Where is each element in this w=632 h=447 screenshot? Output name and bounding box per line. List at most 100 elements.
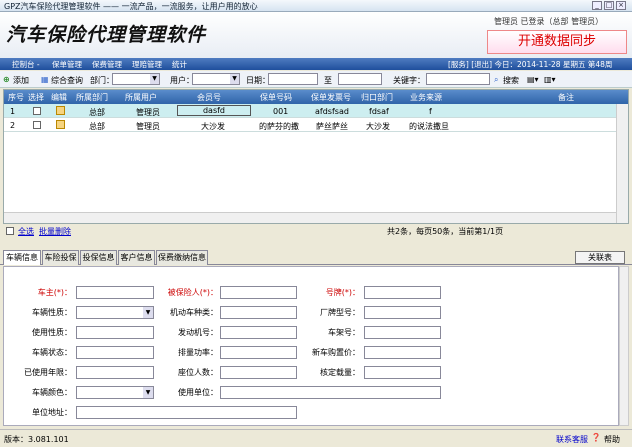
grid-horizontal-scrollbar[interactable] [4, 212, 616, 223]
cell-policy: 的萨芬的撒 [259, 122, 299, 131]
engine-label: 发动机号： [178, 328, 218, 337]
vehicle-type-label: 车辆性质： [32, 308, 72, 317]
col-header: 保单发票号 [311, 93, 351, 102]
status-label: 车辆状态： [32, 348, 72, 357]
dept-select[interactable]: ▼ [112, 73, 160, 85]
form-scrollbar[interactable] [619, 266, 629, 426]
brand-label: 厂牌型号： [320, 308, 360, 317]
vehicle-type-select[interactable]: ▼ [76, 306, 154, 319]
vehicle-kind-input[interactable] [220, 306, 297, 319]
add-button[interactable]: 添加 [13, 75, 29, 86]
address-input[interactable] [76, 406, 297, 419]
row-checkbox[interactable] [33, 107, 41, 115]
col-header: 序号 [8, 93, 24, 102]
plate-input[interactable] [364, 286, 441, 299]
cell-owner-dept: fdsaf [369, 107, 389, 116]
nav-console[interactable]: 控制台 - [12, 59, 40, 70]
status-bar: 版本：3.081.101 联系客服 ❓ 帮助 [0, 429, 632, 447]
table-row[interactable]: 1 总部 管理员 dasfd 001 afdsfsad fdsaf f [4, 104, 616, 118]
seats-input[interactable] [220, 366, 297, 379]
row-checkbox[interactable] [33, 121, 41, 129]
plate-label: 号牌(*)： [325, 288, 360, 297]
search-button[interactable]: 搜索 [503, 75, 519, 86]
cell-user: 管理员 [136, 108, 160, 117]
pagination-info: 共2条，每页50条，当前第1/1页 [387, 227, 504, 236]
nav-stats[interactable]: 统计 [172, 59, 187, 70]
tab-premium-payment[interactable]: 保费缴纳信息 [156, 250, 208, 265]
cell-owner-dept: 大沙发 [366, 122, 390, 131]
user-info: 管理员 已登录（总部 管理员） [494, 17, 604, 26]
insured-label: 被保险人(*)： [167, 288, 218, 297]
owner-label: 车主(*)： [37, 288, 72, 297]
tab-insurance-apply[interactable]: 车险投保 [42, 250, 79, 265]
support-link[interactable]: 联系客服 [556, 434, 588, 445]
nav-policy[interactable]: 保单管理 [52, 59, 82, 70]
close-related-button[interactable]: 关联表 [575, 251, 625, 264]
grid-vertical-scrollbar[interactable] [616, 104, 628, 223]
user-select[interactable]: ▼ [192, 73, 240, 85]
tab-customer-info[interactable]: 客户信息 [118, 250, 155, 265]
minimize-button[interactable]: _ [592, 1, 602, 10]
export-icon[interactable]: ▤▾ [527, 75, 539, 84]
select-all-link[interactable]: 全选 [18, 226, 34, 237]
years-input[interactable] [76, 366, 154, 379]
select-all-checkbox[interactable] [6, 227, 14, 235]
load-label: 核定载量： [320, 368, 360, 377]
nav-premium[interactable]: 保费管理 [92, 59, 122, 70]
engine-input[interactable] [220, 326, 297, 339]
close-related-label: 关联表 [588, 253, 612, 262]
version-text: 版本：3.081.101 [4, 435, 69, 444]
batch-delete-link[interactable]: 批量删除 [39, 226, 71, 237]
col-header: 所属部门 [76, 93, 108, 102]
col-header: 编辑 [51, 93, 67, 102]
chevron-down-icon: ▼ [150, 74, 159, 84]
date-from-input[interactable] [268, 73, 318, 85]
date-to-input[interactable] [338, 73, 382, 85]
to-label: 至 [324, 76, 332, 85]
edit-icon[interactable] [56, 106, 65, 115]
cell-policy: 001 [273, 107, 289, 116]
app-logo: 汽车保险代理管理软件 [6, 24, 207, 46]
nav-claims[interactable]: 理赔管理 [132, 59, 162, 70]
nav-date-info: [服务] [退出] 今日：2014-11-28 星期五 第48周 [448, 60, 613, 69]
close-window-button[interactable]: × [616, 1, 626, 10]
query-icon: ▦ [41, 75, 49, 84]
unit-input[interactable] [220, 386, 441, 399]
col-header: 选择 [28, 93, 44, 102]
cell-source: f [429, 107, 432, 116]
keyword-input[interactable] [426, 73, 490, 85]
user-label: 用户： [170, 76, 194, 85]
load-input[interactable] [364, 366, 441, 379]
grid-header: 序号 选择 编辑 所属部门 所属用户 会员号 保单号码 保单发票号 归口部门 业… [4, 90, 628, 104]
brand-input[interactable] [364, 306, 441, 319]
cell-no: 1 [10, 107, 16, 116]
edit-icon[interactable] [56, 120, 65, 129]
seats-label: 座位人数： [178, 368, 218, 377]
new-price-label: 新车购置价： [312, 348, 360, 357]
new-price-input[interactable] [364, 346, 441, 359]
sync-data-button[interactable]: 开通数据同步 [487, 30, 627, 54]
frame-input[interactable] [364, 326, 441, 339]
tab-policy-info[interactable]: 投保信息 [80, 250, 117, 265]
owner-input[interactable] [76, 286, 154, 299]
cell-dept: 总部 [89, 108, 105, 117]
status-input[interactable] [76, 346, 154, 359]
table-row[interactable]: 2 总部 管理员 大沙发 的萨芬的撒 萨丝萨丝 大沙发 的说法撒旦 [4, 118, 616, 132]
usage-input[interactable] [76, 326, 154, 339]
address-label: 单位地址： [32, 408, 72, 417]
combined-query-button[interactable]: 综合查询 [51, 75, 83, 86]
cell-member: 大沙发 [201, 122, 225, 131]
maximize-button[interactable]: □ [604, 1, 614, 10]
nav-bar: 控制台 - 保单管理 保费管理 理赔管理 统计 [服务] [退出] 今日：201… [0, 58, 632, 70]
cell-no: 2 [10, 121, 16, 130]
col-header: 所属用户 [125, 93, 157, 102]
displacement-input[interactable] [220, 346, 297, 359]
search-icon: ⌕ [494, 75, 499, 84]
tab-vehicle-info[interactable]: 车辆信息 [3, 250, 41, 265]
color-select[interactable]: ▼ [76, 386, 154, 399]
print-icon[interactable]: ▥▾ [544, 75, 556, 84]
insured-input[interactable] [220, 286, 297, 299]
vehicle-kind-label: 机动车种类： [170, 308, 218, 317]
help-link[interactable]: 帮助 [604, 434, 620, 445]
col-header: 归口部门 [361, 93, 393, 102]
